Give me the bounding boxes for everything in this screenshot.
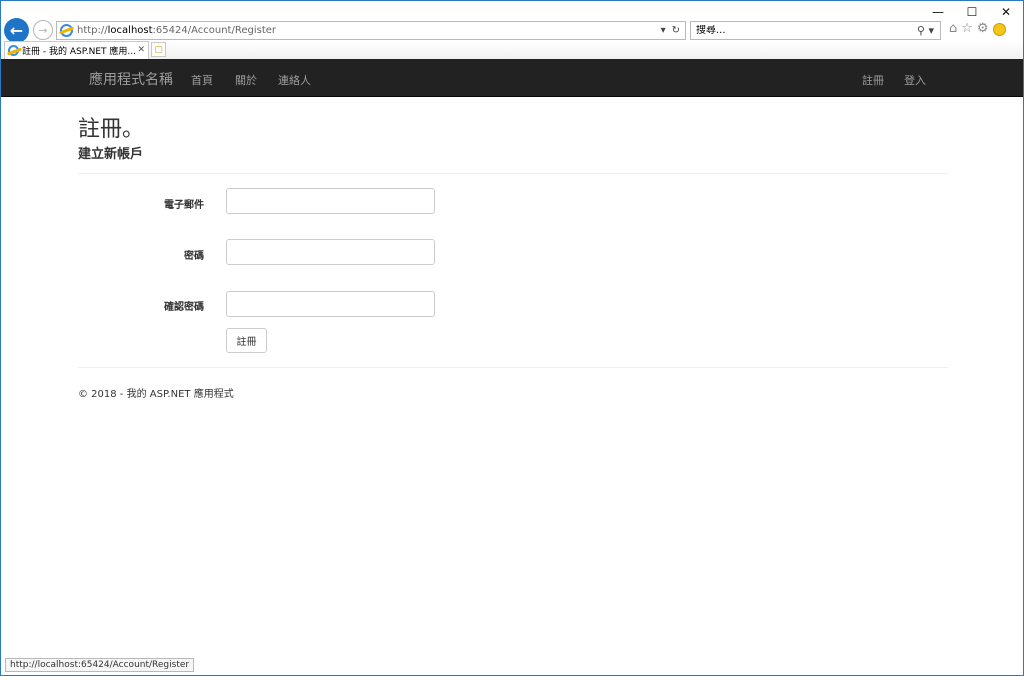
favorites-star-icon[interactable]: ☆: [961, 21, 973, 36]
feedback-smiley-icon[interactable]: [992, 23, 1006, 36]
search-box: ⚲ ▾: [690, 21, 941, 40]
window-controls: — ☐ ✕: [921, 1, 1023, 23]
address-actions: ▾ ↻: [661, 25, 685, 36]
site-brand-link[interactable]: 應用程式名稱: [89, 69, 173, 89]
settings-gear-icon[interactable]: ⚙: [977, 21, 989, 36]
nav-home-link[interactable]: 首頁: [191, 72, 213, 88]
header-divider: [78, 173, 948, 174]
nav-contact-link[interactable]: 連絡人: [278, 72, 311, 88]
maximize-button[interactable]: ☐: [955, 1, 989, 23]
back-arrow-icon: ←: [9, 21, 24, 40]
tab-title: 註冊 - 我的 ASP.NET 應用...: [22, 47, 136, 57]
email-field[interactable]: [226, 188, 435, 214]
browser-window: — ☐ ✕ ← → http://localhost:65424/Account…: [0, 0, 1024, 676]
new-tab-icon: ▢: [154, 44, 163, 55]
address-bar[interactable]: http://localhost:65424/Account/Register …: [56, 21, 686, 40]
minimize-button[interactable]: —: [921, 1, 955, 23]
ie-page-icon: [60, 24, 73, 37]
register-submit-button[interactable]: 註冊: [226, 328, 267, 353]
url-prefix: http://: [77, 25, 108, 36]
search-dropdown-icon[interactable]: ▾: [928, 24, 934, 37]
password-field[interactable]: [226, 239, 435, 265]
confirm-password-field[interactable]: [226, 291, 435, 317]
close-window-button[interactable]: ✕: [989, 1, 1023, 23]
nav-register-link[interactable]: 註冊: [862, 72, 884, 88]
footer-copyright: © 2018 - 我的 ASP.NET 應用程式: [78, 389, 234, 400]
status-bar-url: http://localhost:65424/Account/Register: [5, 658, 195, 672]
nav-login-link[interactable]: 登入: [904, 72, 926, 88]
confirm-password-label: 確認密碼: [164, 302, 204, 313]
tab-close-icon[interactable]: ✕: [137, 45, 145, 55]
refresh-icon[interactable]: ↻: [672, 25, 680, 36]
address-url[interactable]: http://localhost:65424/Account/Register: [77, 25, 661, 36]
address-dropdown-icon[interactable]: ▾: [661, 25, 666, 36]
search-icon[interactable]: ⚲: [917, 24, 925, 37]
forward-arrow-icon: →: [38, 23, 48, 37]
search-actions: ⚲ ▾: [917, 24, 940, 37]
page-title: 註冊。: [78, 117, 145, 142]
browser-tools: ⌂ ☆ ⚙: [949, 21, 1006, 36]
back-button[interactable]: ←: [4, 18, 29, 43]
page-subtitle: 建立新帳戶: [78, 147, 144, 162]
forward-button[interactable]: →: [33, 20, 53, 40]
tab-favicon-icon: [8, 45, 19, 56]
url-host: localhost: [107, 25, 153, 36]
email-label: 電子郵件: [164, 200, 204, 211]
tab-register[interactable]: 註冊 - 我的 ASP.NET 應用... ✕: [4, 41, 149, 59]
password-label: 密碼: [184, 251, 204, 262]
search-input[interactable]: [696, 25, 917, 36]
site-navbar: 應用程式名稱 首頁 關於 連絡人 註冊 登入: [1, 59, 1023, 97]
browser-chrome: — ☐ ✕ ← → http://localhost:65424/Account…: [1, 1, 1023, 43]
new-tab-button[interactable]: ▢: [151, 42, 166, 57]
home-icon[interactable]: ⌂: [949, 21, 957, 36]
footer-divider: [78, 367, 948, 368]
nav-about-link[interactable]: 關於: [235, 72, 257, 88]
tab-strip: 註冊 - 我的 ASP.NET 應用... ✕ ▢: [1, 41, 1023, 59]
url-rest: :65424/Account/Register: [152, 25, 276, 36]
